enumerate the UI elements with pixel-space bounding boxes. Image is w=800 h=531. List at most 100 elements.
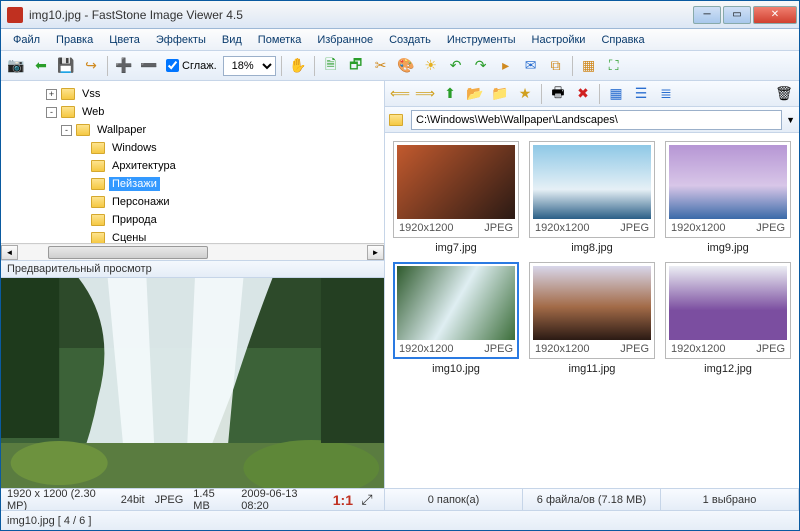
menu-инструменты[interactable]: Инструменты [439,31,524,49]
delete-icon[interactable]: ✖ [572,83,594,105]
menu-избранное[interactable]: Избранное [309,31,381,49]
tree-node[interactable]: +Vss [1,85,384,103]
thumbnail-cell[interactable]: 1920x1200JPEGimg10.jpg [393,262,519,375]
preview-image[interactable] [1,278,384,488]
convert-icon[interactable]: 🗎 [320,55,342,77]
main-toolbar: 📷 ⬅ 💾 ↪ ➕ ➖ Сглаж. 18% ✋ 🗎 🗗 ✂ 🎨 ☀ ↶ ↷ ▸… [1,51,799,81]
thumb-dims: 1920x1200 [399,222,453,234]
thumbnail-cell[interactable]: 1920x1200JPEGimg12.jpg [665,262,791,375]
trash-icon[interactable]: 🗑 [773,83,795,105]
resize-icon[interactable]: 🗗 [345,55,367,77]
fit-icon[interactable]: ⤢ [356,489,378,511]
thumbnail-frame[interactable]: 1920x1200JPEG [529,141,655,238]
view-thumbs-icon[interactable]: ▦ [605,83,627,105]
menu-правка[interactable]: Правка [48,31,101,49]
footer-statusbar: img10.jpg [ 4 / 6 ] [1,510,799,530]
color-icon[interactable]: 🎨 [395,55,417,77]
menu-файл[interactable]: Файл [5,31,48,49]
thumbnail-frame[interactable]: 1920x1200JPEG [665,141,791,238]
tree-label: Сцены [109,231,149,243]
path-dropdown-icon[interactable]: ▼ [786,115,795,125]
folder-up-icon[interactable]: ⬆ [439,83,461,105]
tree-node[interactable]: -Wallpaper [1,121,384,139]
zoom-in-icon[interactable]: ➕ [113,55,135,77]
ratio-button[interactable]: 1:1 [332,489,354,511]
tree-expander-icon[interactable]: - [46,107,57,118]
tree-hscrollbar[interactable]: ◄ ► [1,243,384,260]
scroll-thumb[interactable] [48,246,208,259]
nav-back-icon[interactable]: ⟸ [389,83,411,105]
scroll-right-icon[interactable]: ► [367,245,384,260]
scroll-track[interactable] [18,245,367,260]
path-input[interactable] [411,110,782,130]
thumb-name: img8.jpg [571,242,613,254]
compare-icon[interactable]: ⧉ [545,55,567,77]
thumbnail-cell[interactable]: 1920x1200JPEGimg11.jpg [529,262,655,375]
view-details-icon[interactable]: ≣ [655,83,677,105]
status-selected: 1 выбрано [661,489,799,510]
folder-icon [91,196,105,208]
menu-вид[interactable]: Вид [214,31,250,49]
thumbnail-area[interactable]: 1920x1200JPEGimg7.jpg1920x1200JPEGimg8.j… [385,133,799,488]
tree-node[interactable]: Windows [1,139,384,157]
slide-icon[interactable]: ▸ [495,55,517,77]
preview-size: 1.45 MB [193,488,231,512]
zoom-combo[interactable]: 18% [223,56,276,76]
tree-node[interactable]: Природа [1,211,384,229]
folder-icon [91,232,105,243]
tree-expander-icon[interactable]: - [61,125,72,136]
zoom-out-icon[interactable]: ➖ [138,55,160,77]
brightness-icon[interactable]: ☀ [420,55,442,77]
tree-node[interactable]: Персонажи [1,193,384,211]
back-icon[interactable]: ⬅ [30,55,52,77]
print-icon[interactable]: 🖶 [547,83,569,105]
tree-node[interactable]: -Web [1,103,384,121]
crop-icon[interactable]: ✂ [370,55,392,77]
thumbnail-cell[interactable]: 1920x1200JPEGimg9.jpg [665,141,791,254]
menu-эффекты[interactable]: Эффекты [148,31,214,49]
smooth-checkbox[interactable]: Сглаж. [163,59,220,72]
minimize-button[interactable]: ─ [693,6,721,24]
view-list-icon[interactable]: ☰ [630,83,652,105]
rotate-right-icon[interactable]: ↷ [470,55,492,77]
thumbnail-frame[interactable]: 1920x1200JPEG [393,141,519,238]
redo-icon[interactable]: ↪ [80,55,102,77]
folder-icon [61,88,75,100]
close-button[interactable]: ✕ [753,6,797,24]
tree-node[interactable]: Сцены [1,229,384,243]
folder-tree[interactable]: +Vss-Web-WallpaperWindowsАрхитектураПейз… [1,81,384,243]
thumbnail-frame[interactable]: 1920x1200JPEG [393,262,519,359]
menu-настройки[interactable]: Настройки [524,31,594,49]
folder-icon [91,160,105,172]
rotate-left-icon[interactable]: ↶ [445,55,467,77]
hand-tool-icon[interactable]: ✋ [287,55,309,77]
thumbnail-cell[interactable]: 1920x1200JPEGimg7.jpg [393,141,519,254]
nav-forward-icon[interactable]: ⟹ [414,83,436,105]
titlebar[interactable]: img10.jpg - FastStone Image Viewer 4.5 ─… [1,1,799,29]
save-icon[interactable]: 💾 [55,55,77,77]
acquire-icon[interactable]: 📷 [5,55,27,77]
tree-node[interactable]: Пейзажи [1,175,384,193]
thumbnail-frame[interactable]: 1920x1200JPEG [529,262,655,359]
thumbnail-cell[interactable]: 1920x1200JPEG img8.jpg [529,141,655,254]
menu-справка[interactable]: Справка [593,31,652,49]
smooth-check[interactable] [166,59,179,72]
scroll-left-icon[interactable]: ◄ [1,245,18,260]
menu-пометка[interactable]: Пометка [250,31,310,49]
folder-open-icon[interactable]: 📂 [464,83,486,105]
new-folder-icon[interactable]: 📁 [489,83,511,105]
tree-node[interactable]: Архитектура [1,157,384,175]
favorite-icon[interactable]: ★ [514,83,536,105]
thumbnail-image [397,266,515,340]
thumb-dims: 1920x1200 [399,343,453,355]
email-icon[interactable]: ✉ [520,55,542,77]
fullscreen-icon[interactable]: ⛶ [603,55,625,77]
thumbnail-frame[interactable]: 1920x1200JPEG [665,262,791,359]
maximize-button[interactable]: ▭ [723,6,751,24]
tree-expander-icon[interactable]: + [46,89,57,100]
browser-toolbar: ⟸ ⟹ ⬆ 📂 📁 ★ 🖶 ✖ ▦ ☰ ≣ 🗑 [385,81,799,107]
thumbnails-icon[interactable]: ▦ [578,55,600,77]
menu-создать[interactable]: Создать [381,31,439,49]
app-window: img10.jpg - FastStone Image Viewer 4.5 ─… [0,0,800,531]
menu-цвета[interactable]: Цвета [101,31,148,49]
